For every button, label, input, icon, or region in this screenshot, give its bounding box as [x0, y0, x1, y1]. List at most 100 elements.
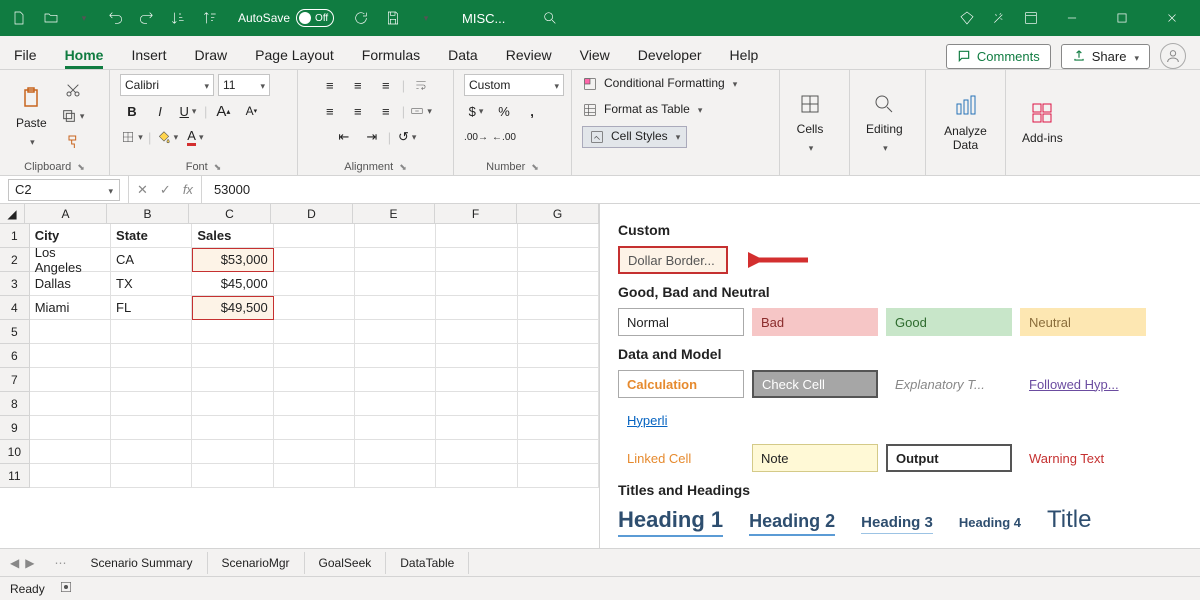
- row-header[interactable]: 11: [0, 464, 30, 488]
- inc-decimal-button[interactable]: .00→: [464, 126, 488, 148]
- cell[interactable]: [192, 368, 273, 392]
- row-header[interactable]: 1: [0, 224, 30, 248]
- col-header-E[interactable]: E: [353, 204, 435, 224]
- tab-review[interactable]: Review: [506, 47, 552, 69]
- bold-button[interactable]: B: [120, 100, 144, 122]
- format-as-table-button[interactable]: Format as Table: [582, 100, 702, 120]
- col-header-A[interactable]: A: [25, 204, 107, 224]
- cell[interactable]: [30, 464, 111, 488]
- align-left-icon[interactable]: ≡: [318, 100, 342, 122]
- cell[interactable]: [111, 368, 192, 392]
- style-bad[interactable]: Bad: [752, 308, 878, 336]
- align-right-icon[interactable]: ≡: [374, 100, 398, 122]
- tab-developer[interactable]: Developer: [638, 47, 702, 69]
- cell[interactable]: [436, 344, 517, 368]
- grow-font-button[interactable]: A▴: [211, 100, 235, 122]
- style-good[interactable]: Good: [886, 308, 1012, 336]
- cell[interactable]: [111, 440, 192, 464]
- style-check-cell[interactable]: Check Cell: [752, 370, 878, 398]
- cell[interactable]: [355, 416, 436, 440]
- comments-button[interactable]: Comments: [946, 44, 1051, 69]
- search-icon[interactable]: [537, 4, 563, 32]
- cell[interactable]: [274, 224, 355, 248]
- analyze-data-button[interactable]: Analyze Data: [936, 88, 995, 156]
- cells-button[interactable]: Cells: [790, 86, 830, 158]
- col-header-C[interactable]: C: [189, 204, 271, 224]
- cell[interactable]: [436, 272, 517, 296]
- cell[interactable]: CA: [111, 248, 192, 272]
- row-header[interactable]: 9: [0, 416, 30, 440]
- style-output[interactable]: Output: [886, 444, 1012, 472]
- cell[interactable]: Sales: [192, 224, 273, 248]
- fill-color-button[interactable]: [155, 126, 179, 148]
- cell[interactable]: [355, 368, 436, 392]
- name-box[interactable]: C2: [8, 179, 120, 201]
- redo-icon[interactable]: [134, 4, 160, 32]
- cut-icon[interactable]: [61, 79, 85, 101]
- sheet-grid[interactable]: ◢ ABCDEFG 1CityStateSales2Los AngelesCA$…: [0, 204, 600, 548]
- cell-styles-button[interactable]: Cell Styles: [582, 126, 687, 148]
- open-file-icon[interactable]: [38, 4, 64, 32]
- cell[interactable]: Dallas: [30, 272, 111, 296]
- row-header[interactable]: 2: [0, 248, 30, 272]
- autosave-toggle[interactable]: AutoSave Off: [238, 9, 334, 27]
- sheet-tab-datatable[interactable]: DataTable: [386, 552, 469, 574]
- close-button[interactable]: [1150, 0, 1194, 36]
- sort-asc-icon[interactable]: [166, 4, 192, 32]
- cell[interactable]: [518, 344, 599, 368]
- cell[interactable]: [274, 416, 355, 440]
- shrink-font-button[interactable]: A▾: [239, 100, 263, 122]
- cell[interactable]: [518, 440, 599, 464]
- save-icon[interactable]: [380, 4, 406, 32]
- style-heading-3[interactable]: Heading 3: [861, 514, 933, 534]
- cell[interactable]: [436, 296, 517, 320]
- cell[interactable]: [436, 464, 517, 488]
- addins-button[interactable]: Add-ins: [1016, 95, 1069, 149]
- qat-more-icon[interactable]: [412, 4, 438, 32]
- borders-button[interactable]: [120, 126, 144, 148]
- cell[interactable]: TX: [111, 272, 192, 296]
- tab-data[interactable]: Data: [448, 47, 478, 69]
- window-icon[interactable]: [1018, 4, 1044, 32]
- align-top-icon[interactable]: ≡: [318, 74, 342, 96]
- cell[interactable]: [436, 320, 517, 344]
- align-center-icon[interactable]: ≡: [346, 100, 370, 122]
- sheet-tab-scenario-summary[interactable]: Scenario Summary: [76, 552, 207, 574]
- style-dollar-border[interactable]: Dollar Border...: [618, 246, 728, 274]
- macro-record-icon[interactable]: [59, 580, 73, 597]
- cell[interactable]: [192, 440, 273, 464]
- row-header[interactable]: 10: [0, 440, 30, 464]
- cell[interactable]: [355, 320, 436, 344]
- cell[interactable]: [192, 392, 273, 416]
- wrap-text-icon[interactable]: [409, 74, 433, 96]
- style-linked-cell[interactable]: Linked Cell: [618, 444, 744, 472]
- style-neutral[interactable]: Neutral: [1020, 308, 1146, 336]
- maximize-button[interactable]: [1100, 0, 1144, 36]
- tab-view[interactable]: View: [580, 47, 610, 69]
- cell[interactable]: [274, 440, 355, 464]
- cell[interactable]: [111, 416, 192, 440]
- row-header[interactable]: 8: [0, 392, 30, 416]
- cell[interactable]: [518, 272, 599, 296]
- align-bottom-icon[interactable]: ≡: [374, 74, 398, 96]
- cell[interactable]: [30, 392, 111, 416]
- orientation-icon[interactable]: ↺: [395, 126, 419, 148]
- cell[interactable]: [436, 368, 517, 392]
- cell[interactable]: [274, 272, 355, 296]
- tab-scroll-left-icon[interactable]: ◀: [10, 556, 19, 570]
- cell[interactable]: FL: [111, 296, 192, 320]
- dec-decimal-button[interactable]: ←.00: [492, 126, 516, 148]
- merge-center-icon[interactable]: [409, 100, 433, 122]
- cell[interactable]: [111, 320, 192, 344]
- tab-file[interactable]: File: [14, 47, 37, 69]
- conditional-formatting-button[interactable]: Conditional Formatting: [582, 74, 737, 94]
- cell[interactable]: [111, 392, 192, 416]
- cell[interactable]: [30, 368, 111, 392]
- cell[interactable]: [518, 416, 599, 440]
- tab-scroll-right-icon[interactable]: ▶: [25, 556, 34, 570]
- underline-button[interactable]: U: [176, 100, 200, 122]
- cell[interactable]: [518, 368, 599, 392]
- cell[interactable]: [30, 416, 111, 440]
- cell[interactable]: [192, 416, 273, 440]
- cell[interactable]: [274, 296, 355, 320]
